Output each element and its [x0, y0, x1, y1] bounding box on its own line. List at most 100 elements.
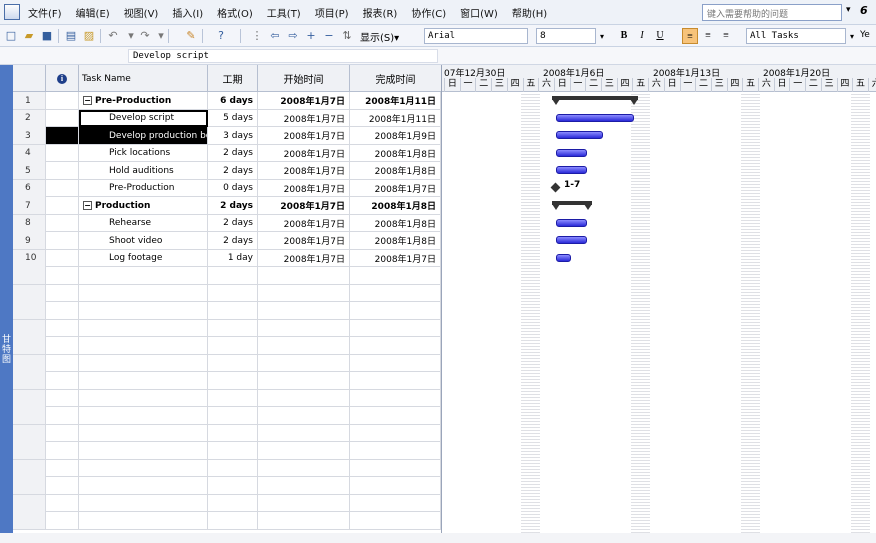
empty-cell[interactable] — [258, 267, 350, 284]
table-row[interactable]: 7 − Production 2 days 2008年1月7日 2008年1月8… — [13, 197, 441, 215]
duration-cell[interactable]: 2 days — [208, 214, 258, 232]
empty-cell[interactable] — [258, 319, 350, 337]
open-folder-icon[interactable]: ▰ — [22, 29, 36, 43]
indent-icon[interactable]: ⇨ — [286, 29, 300, 43]
empty-table-row[interactable] — [13, 494, 441, 512]
empty-cell[interactable] — [79, 512, 208, 529]
collapse-toggle-icon[interactable]: − — [83, 96, 92, 105]
empty-cell[interactable] — [208, 424, 258, 442]
empty-cell[interactable] — [79, 389, 208, 407]
empty-cell[interactable] — [46, 337, 79, 354]
task-name-cell[interactable]: Develop production bo — [79, 127, 208, 144]
empty-cell[interactable] — [208, 354, 258, 372]
task-name-cell[interactable]: Shoot video — [79, 232, 208, 249]
empty-cell[interactable] — [79, 267, 208, 284]
toolbar-grip-icon[interactable]: ⋮ — [250, 29, 264, 43]
finish-cell[interactable]: 2008年1月9日 — [350, 127, 441, 144]
empty-table-row[interactable] — [13, 354, 441, 372]
empty-cell[interactable] — [208, 267, 258, 284]
start-cell[interactable]: 2008年1月7日 — [258, 144, 350, 162]
empty-cell[interactable] — [13, 459, 46, 477]
empty-table-row[interactable] — [13, 407, 441, 425]
empty-cell[interactable] — [350, 284, 441, 302]
empty-cell[interactable] — [79, 407, 208, 424]
duration-cell[interactable]: 2 days — [208, 197, 258, 214]
align-right-icon[interactable]: ≡ — [718, 28, 734, 44]
empty-cell[interactable] — [208, 459, 258, 477]
redo-icon[interactable]: ↷ — [138, 29, 152, 43]
task-name-cell[interactable]: Pre-Production — [79, 179, 208, 197]
finish-cell[interactable]: 2008年1月7日 — [350, 179, 441, 197]
empty-cell[interactable] — [13, 319, 46, 337]
project-app-icon[interactable] — [4, 4, 20, 20]
task-name-column-header[interactable]: Task Name — [79, 65, 208, 92]
empty-cell[interactable] — [46, 389, 79, 407]
indicators-column-header[interactable]: i — [46, 65, 79, 92]
menu-edit[interactable]: 编辑(E) — [76, 5, 110, 20]
empty-cell[interactable] — [79, 459, 208, 477]
new-file-icon[interactable]: □ — [4, 29, 18, 43]
duration-cell[interactable]: 2 days — [208, 144, 258, 162]
align-center-icon[interactable]: ≡ — [700, 28, 716, 44]
empty-cell[interactable] — [208, 512, 258, 529]
empty-cell[interactable] — [258, 337, 350, 354]
finish-cell[interactable]: 2008年1月7日 — [350, 249, 441, 267]
task-bar[interactable] — [556, 254, 571, 262]
menu-window[interactable]: 窗口(W) — [460, 5, 498, 20]
empty-cell[interactable] — [46, 284, 79, 302]
duration-cell[interactable]: 3 days — [208, 127, 258, 144]
empty-cell[interactable] — [208, 477, 258, 494]
row-id[interactable]: 4 — [13, 144, 46, 162]
redo-dropdown-icon[interactable]: ▾ — [154, 29, 168, 43]
empty-table-row[interactable] — [13, 319, 441, 337]
empty-cell[interactable] — [46, 354, 79, 372]
empty-cell[interactable] — [79, 302, 208, 319]
help-search-input[interactable]: 键入需要帮助的问题 — [702, 4, 842, 21]
empty-cell[interactable] — [208, 407, 258, 424]
font-select[interactable]: Arial — [424, 28, 528, 44]
finish-cell[interactable]: 2008年1月8日 — [350, 144, 441, 162]
table-row[interactable]: 10 Log footage 1 day 2008年1月7日 2008年1月7日 — [13, 249, 441, 267]
summary-bar[interactable] — [552, 96, 638, 100]
empty-cell[interactable] — [13, 477, 46, 494]
menu-insert[interactable]: 插入(I) — [172, 5, 203, 20]
empty-table-row[interactable] — [13, 512, 441, 530]
task-bar[interactable] — [556, 166, 587, 174]
empty-cell[interactable] — [208, 389, 258, 407]
help-dropdown-icon[interactable]: ▾ — [846, 5, 851, 15]
task-name-cell[interactable]: Pick locations — [79, 144, 208, 162]
row-id[interactable]: 5 — [13, 162, 46, 179]
duration-cell[interactable]: 5 days — [208, 109, 258, 127]
italic-button[interactable]: I — [634, 28, 650, 44]
empty-cell[interactable] — [258, 424, 350, 442]
empty-cell[interactable] — [258, 372, 350, 389]
gantt-chart[interactable]: 07年12月30日 2008年1月6日 2008年1月13日 2008年1月20… — [441, 65, 876, 533]
empty-cell[interactable] — [79, 337, 208, 354]
empty-cell[interactable] — [13, 267, 46, 284]
start-cell[interactable]: 2008年1月7日 — [258, 197, 350, 214]
start-cell[interactable]: 2008年1月7日 — [258, 109, 350, 127]
finish-column-header[interactable]: 完成时间 — [350, 65, 441, 92]
empty-cell[interactable] — [350, 354, 441, 372]
milestone-diamond[interactable] — [550, 182, 561, 193]
view-bar[interactable]: 甘特图 — [0, 65, 13, 533]
empty-table-row[interactable] — [13, 389, 441, 407]
task-name-cell[interactable]: Develop script — [79, 109, 208, 127]
empty-cell[interactable] — [13, 354, 46, 372]
hide-subtasks-icon[interactable]: − — [322, 29, 336, 43]
duration-cell[interactable]: 6 days — [208, 92, 258, 109]
start-cell[interactable]: 2008年1月7日 — [258, 179, 350, 197]
empty-cell[interactable] — [258, 302, 350, 319]
task-bar[interactable] — [556, 236, 587, 244]
empty-cell[interactable] — [46, 319, 79, 337]
table-row[interactable]: 2 Develop script 5 days 2008年1月7日 2008年1… — [13, 109, 441, 127]
row-id[interactable]: 8 — [13, 214, 46, 232]
empty-cell[interactable] — [13, 372, 46, 389]
finish-cell[interactable]: 2008年1月11日 — [350, 92, 441, 109]
print-icon[interactable]: ▤ — [64, 29, 78, 43]
empty-cell[interactable] — [350, 459, 441, 477]
outdent-icon[interactable]: ⇦ — [268, 29, 282, 43]
filter-select[interactable]: All Tasks — [746, 28, 846, 44]
empty-cell[interactable] — [258, 512, 350, 529]
duration-cell[interactable]: 2 days — [208, 162, 258, 179]
